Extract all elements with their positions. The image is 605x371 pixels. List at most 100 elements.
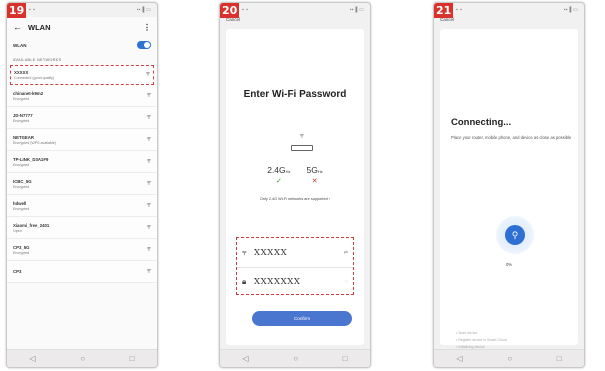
network-status: Encrypted: [13, 206, 30, 211]
wlan-header: ← WLAN ⋮: [7, 17, 157, 37]
step-item: • Register device to Smart Cloud: [456, 338, 507, 342]
back-icon[interactable]: ◁: [242, 354, 248, 363]
phone-screen-wlan: 19 ▪ ▪ ▪▪▐ ▭ ← WLAN ⋮ WLAN AVAILABLE NET…: [6, 2, 158, 368]
status-bar: ▪ ▪ ▪▪▐ ▭: [242, 5, 364, 15]
band-support-note[interactable]: Only 2.4G Wi-Fi networks are supported ›: [226, 197, 364, 201]
step-badge: 21: [434, 3, 454, 18]
network-item[interactable]: CP3 ⫧: [7, 261, 157, 283]
wifi-lock-icon: ⫧: [147, 201, 151, 209]
wifi-lock-icon: ⫧: [147, 245, 151, 253]
status-icons-left: ▪ ▪: [242, 7, 249, 13]
network-name: TP-LINK_D3A1F9: [13, 156, 49, 162]
back-arrow-icon[interactable]: ←: [13, 22, 22, 32]
ssid-value: XXXXX: [254, 247, 288, 258]
wifi-lock-icon: ⫧: [146, 71, 150, 78]
nav-bar: ◁ ○ □: [7, 349, 157, 367]
wifi-lock-icon: ⫧: [147, 113, 151, 121]
network-name: Xiaomi_free_2401: [13, 222, 50, 228]
check-icon: ✓: [275, 178, 282, 185]
wifi-lock-icon: ⫧: [147, 223, 151, 231]
confirm-button[interactable]: Confirm: [252, 311, 352, 326]
phone-screen-connecting: 21 ▪ ▪ ▪▪▐ ▭ Cancel Connecting... Place …: [433, 2, 585, 368]
network-item[interactable]: chinanet-k9m2 Encrypted ⫧: [7, 85, 157, 107]
recents-icon[interactable]: □: [557, 354, 562, 363]
network-item[interactable]: hdwell Encrypted ⫧: [7, 195, 157, 217]
wifi-lock-icon: ⫧: [147, 135, 151, 143]
band-indicator: 2.4GHz ✓ 5GHz ✕: [226, 165, 364, 185]
band-5-unit: Hz: [317, 169, 323, 174]
step-badge: 19: [7, 3, 27, 18]
band-24-label: 2.4G: [267, 165, 286, 175]
network-name: NETGEAR: [13, 134, 35, 140]
connecting-spinner: ⚲: [496, 216, 534, 254]
network-item[interactable]: CP3_5G Encrypted ⫧: [7, 239, 157, 261]
network-item[interactable]: Xiaomi_free_2401 Open ⫧: [7, 217, 157, 239]
eye-icon[interactable]: ○: [345, 279, 348, 285]
step-badge: 20: [220, 3, 240, 18]
available-networks-label: AVAILABLE NETWORKS: [13, 58, 62, 62]
band-24-unit: Hz: [285, 169, 291, 174]
back-icon[interactable]: ◁: [456, 354, 462, 363]
router-icon: ⫧: [288, 133, 316, 151]
network-status: Encrypted: [13, 118, 30, 123]
network-status: Encrypted: [13, 162, 30, 167]
wlan-toggle[interactable]: [137, 41, 151, 49]
credentials-box: ⫧ XXXXX ⇄ 🔒︎ XXXXXXX ○: [236, 237, 354, 295]
more-vertical-icon[interactable]: ⋮: [143, 23, 151, 32]
wifi-icon: ⫧: [300, 133, 304, 140]
network-item[interactable]: ICBC_5G Encrypted ⫧: [7, 173, 157, 195]
switch-network-icon[interactable]: ⇄: [344, 250, 348, 256]
wifi-lock-icon: ⫧: [147, 179, 151, 187]
search-icon: ⚲: [505, 225, 525, 245]
network-name: CP3_5G: [13, 244, 30, 250]
password-value: XXXXXXX: [254, 277, 301, 287]
wifi-lock-icon: ⫧: [147, 91, 151, 99]
page-title: Enter Wi-Fi Password: [243, 89, 347, 100]
band-24ghz: 2.4GHz ✓: [267, 165, 290, 185]
network-status: Connected (good quality): [14, 76, 55, 80]
status-icons-left: ▪ ▪: [29, 7, 36, 13]
status-icons-left: ▪ ▪: [456, 7, 463, 13]
lock-icon: 🔒︎: [242, 277, 247, 286]
status-icons-right: ▪▪▐ ▭: [563, 7, 578, 13]
ssid-field[interactable]: ⫧ XXXXX ⇄: [237, 238, 353, 267]
wlan-toggle-row[interactable]: WLAN: [7, 37, 157, 53]
status-bar: ▪ ▪ ▪▪▐ ▭: [456, 5, 578, 15]
phone-screen-password: 20 ▪ ▪ ▪▪▐ ▭ Cancel Enter Wi-Fi Password…: [219, 2, 371, 368]
wlan-toggle-label: WLAN: [13, 42, 27, 48]
password-card: Enter Wi-Fi Password ⫧ 2.4GHz ✓ 5GHz ✕ O…: [226, 29, 364, 345]
network-name: hdwell: [13, 200, 27, 206]
wlan-screen: ← WLAN ⋮ WLAN AVAILABLE NETWORKS XXXXX C…: [7, 17, 157, 349]
network-item[interactable]: TP-LINK_D3A1F9 Encrypted ⫧: [7, 151, 157, 173]
network-item[interactable]: NETGEAR Encrypted (WPS available) ⫧: [7, 129, 157, 151]
network-list: chinanet-k9m2 Encrypted ⫧ JD-N7777 Encrypted…: [7, 85, 157, 283]
band-5ghz: 5GHz ✕: [307, 165, 323, 185]
password-field[interactable]: 🔒︎ XXXXXXX ○: [237, 267, 353, 296]
network-name: XXXXX: [14, 70, 29, 75]
connecting-card: Connecting... Place your router, mobile …: [440, 29, 578, 349]
network-status: Open: [13, 228, 22, 233]
back-icon[interactable]: ◁: [29, 354, 35, 363]
wifi-lock-icon: ⫧: [147, 157, 151, 165]
network-name: ICBC_5G: [13, 178, 32, 184]
status-icons-right: ▪▪▐ ▭: [349, 7, 364, 13]
status-icons-right: ▪▪▐ ▭: [136, 7, 151, 13]
page-title: WLAN: [28, 22, 51, 32]
network-item-connected[interactable]: XXXXX Connected (good quality) ⫧: [10, 65, 154, 85]
recents-icon[interactable]: □: [130, 354, 135, 363]
recents-icon[interactable]: □: [343, 354, 348, 363]
page-title: Connecting...: [451, 117, 512, 128]
step-item: • Scan device: [456, 331, 478, 335]
progress-percent: 0%: [505, 262, 513, 267]
network-status: Encrypted: [13, 184, 30, 189]
home-icon[interactable]: ○: [80, 354, 85, 363]
network-status: Encrypted: [13, 250, 30, 255]
band-5-label: 5G: [306, 165, 318, 175]
wifi-icon: ⫧: [242, 247, 247, 257]
home-icon[interactable]: ○: [507, 354, 512, 363]
connection-steps: • Scan device • Register device to Smart…: [456, 331, 507, 349]
home-icon[interactable]: ○: [293, 354, 298, 363]
network-status: Encrypted: [13, 96, 30, 101]
nav-bar: ◁ ○ □: [220, 349, 370, 367]
network-item[interactable]: JD-N7777 Encrypted ⫧: [7, 107, 157, 129]
